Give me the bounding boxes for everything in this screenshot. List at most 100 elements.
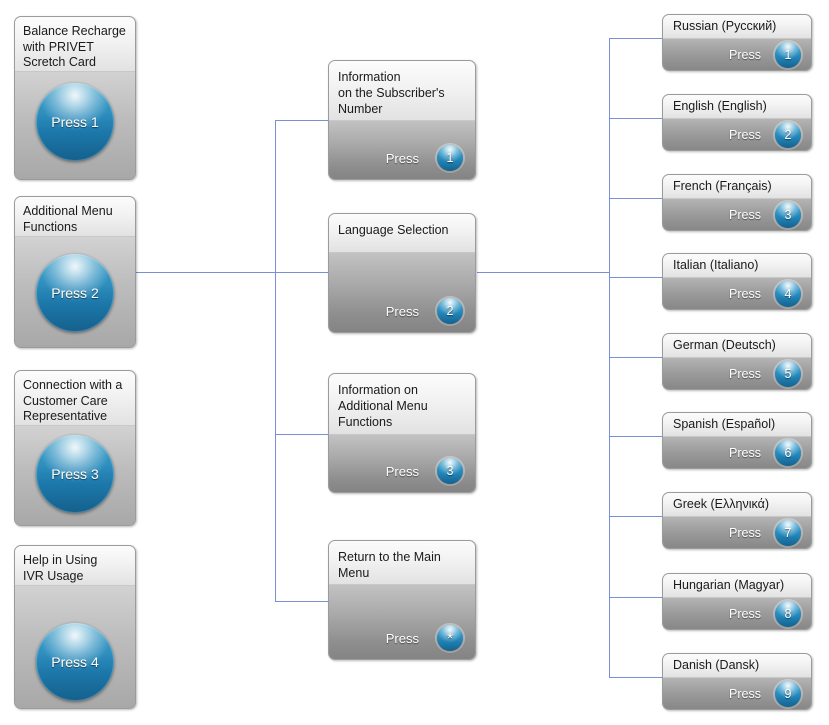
connector-to-additional-2 (275, 272, 329, 273)
language-key-badge-9[interactable]: 9 (775, 681, 801, 707)
connector-to-language-8 (609, 597, 663, 598)
additional-menu-title-3: Information on Additional Menu Functions (329, 374, 475, 435)
main-menu-card-1[interactable]: Balance Recharge with PRIVET Scretch Card … (14, 16, 136, 180)
language-press-label-4: Press (729, 287, 761, 301)
additional-menu-body-4: Press * (329, 585, 475, 659)
connector-language-spine (609, 38, 610, 678)
connector-main-trunk (136, 272, 275, 273)
language-title-4: Italian (Italiano) (663, 254, 811, 278)
connector-to-language-7 (609, 516, 663, 517)
additional-menu-card-4[interactable]: Return to the Main Menu Press * (328, 540, 476, 660)
connector-language-trunk (477, 272, 610, 273)
language-key-badge-2[interactable]: 2 (775, 122, 801, 148)
main-menu-button-3[interactable]: Press 3 (36, 435, 114, 513)
main-menu-button-1[interactable]: Press 1 (36, 83, 114, 161)
main-menu-button-4[interactable]: Press 4 (36, 623, 114, 701)
language-card-3[interactable]: French (Français) Press 3 (662, 174, 812, 231)
additional-menu-title-4: Return to the Main Menu (329, 541, 475, 585)
language-body-1: Press 1 (663, 39, 811, 70)
additional-menu-body-2: Press 2 (329, 253, 475, 332)
language-title-6: Spanish (Español) (663, 413, 811, 437)
main-menu-title-2: Additional Menu Functions (15, 197, 135, 237)
language-press-label-3: Press (729, 208, 761, 222)
language-card-5[interactable]: German (Deutsch) Press 5 (662, 333, 812, 390)
main-menu-body-1: Press 1 (15, 72, 135, 179)
main-menu-button-label-4: Press 4 (51, 654, 99, 670)
language-title-1: Russian (Русский) (663, 15, 811, 39)
additional-menu-body-1: Press 1 (329, 121, 475, 179)
main-menu-title-4: Help in Using IVR Usage (15, 546, 135, 586)
additional-menu-press-row-1[interactable]: Press 1 (329, 145, 475, 171)
additional-menu-press-row-2[interactable]: Press 2 (329, 298, 475, 324)
language-key-badge-8[interactable]: 8 (775, 601, 801, 627)
main-menu-button-label-1: Press 1 (51, 114, 99, 130)
additional-menu-press-label-4: Press (385, 630, 419, 646)
additional-menu-title-2: Language Selection (329, 214, 475, 253)
language-title-2: English (English) (663, 95, 811, 119)
language-title-3: French (Français) (663, 175, 811, 199)
language-title-5: German (Deutsch) (663, 334, 811, 358)
additional-menu-title-1: Information on the Subscriber's Number (329, 61, 475, 121)
additional-menu-card-3[interactable]: Information on Additional Menu Functions P… (328, 373, 476, 493)
language-body-2: Press 2 (663, 119, 811, 150)
language-card-2[interactable]: English (English) Press 2 (662, 94, 812, 151)
language-title-9: Danish (Dansk) (663, 654, 811, 678)
connector-to-additional-1 (275, 120, 329, 121)
main-menu-body-2: Press 2 (15, 237, 135, 347)
additional-menu-key-badge-4[interactable]: * (437, 625, 463, 651)
language-press-label-5: Press (729, 367, 761, 381)
additional-menu-press-row-3[interactable]: Press 3 (329, 458, 475, 484)
connector-to-language-1 (609, 38, 663, 39)
language-body-3: Press 3 (663, 199, 811, 230)
additional-menu-key-badge-2[interactable]: 2 (437, 298, 463, 324)
connector-to-additional-4 (275, 601, 329, 602)
main-menu-card-4[interactable]: Help in Using IVR Usage Press 4 (14, 545, 136, 709)
language-press-label-7: Press (729, 526, 761, 540)
additional-menu-card-2[interactable]: Language Selection Press 2 (328, 213, 476, 333)
language-press-label-9: Press (729, 687, 761, 701)
additional-menu-card-1[interactable]: Information on the Subscriber's Number Pre… (328, 60, 476, 180)
main-menu-button-2[interactable]: Press 2 (36, 254, 114, 332)
language-press-label-6: Press (729, 446, 761, 460)
language-key-badge-6[interactable]: 6 (775, 440, 801, 466)
language-body-4: Press 4 (663, 278, 811, 309)
connector-to-language-2 (609, 118, 663, 119)
language-key-badge-7[interactable]: 7 (775, 520, 801, 546)
language-title-8: Hungarian (Magyar) (663, 574, 811, 598)
additional-menu-press-row-4[interactable]: Press * (329, 625, 475, 651)
connector-additional-spine (275, 120, 276, 601)
additional-menu-key-badge-1[interactable]: 1 (437, 145, 463, 171)
language-card-6[interactable]: Spanish (Español) Press 6 (662, 412, 812, 469)
main-menu-body-4: Press 4 (15, 586, 135, 708)
additional-menu-press-label-1: Press (385, 150, 419, 166)
language-card-9[interactable]: Danish (Dansk) Press 9 (662, 653, 812, 710)
main-menu-card-2[interactable]: Additional Menu Functions Press 2 (14, 196, 136, 348)
language-card-8[interactable]: Hungarian (Magyar) Press 8 (662, 573, 812, 630)
connector-to-language-9 (609, 677, 663, 678)
language-body-7: Press 7 (663, 517, 811, 548)
main-menu-title-1: Balance Recharge with PRIVET Scretch Card (15, 17, 135, 72)
main-menu-body-3: Press 3 (15, 426, 135, 525)
connector-to-language-5 (609, 357, 663, 358)
additional-menu-key-badge-3[interactable]: 3 (437, 458, 463, 484)
language-card-1[interactable]: Russian (Русский) Press 1 (662, 14, 812, 71)
language-key-badge-1[interactable]: 1 (775, 42, 801, 68)
language-body-8: Press 8 (663, 598, 811, 629)
language-card-4[interactable]: Italian (Italiano) Press 4 (662, 253, 812, 310)
language-key-badge-5[interactable]: 5 (775, 361, 801, 387)
main-menu-button-label-2: Press 2 (51, 285, 99, 301)
language-key-badge-4[interactable]: 4 (775, 281, 801, 307)
language-key-badge-3[interactable]: 3 (775, 202, 801, 228)
connector-to-language-4 (609, 277, 663, 278)
language-press-label-1: Press (729, 48, 761, 62)
main-menu-card-3[interactable]: Connection with a Customer Care Representa… (14, 370, 136, 526)
language-title-7: Greek (Ελληνικά) (663, 493, 811, 517)
ivr-flow-diagram: Balance Recharge with PRIVET Scretch Card … (0, 0, 829, 725)
language-card-7[interactable]: Greek (Ελληνικά) Press 7 (662, 492, 812, 549)
language-press-label-2: Press (729, 128, 761, 142)
main-menu-button-label-3: Press 3 (51, 466, 99, 482)
language-body-5: Press 5 (663, 358, 811, 389)
additional-menu-press-label-2: Press (385, 303, 419, 319)
additional-menu-body-3: Press 3 (329, 435, 475, 492)
connector-to-additional-3 (275, 434, 329, 435)
